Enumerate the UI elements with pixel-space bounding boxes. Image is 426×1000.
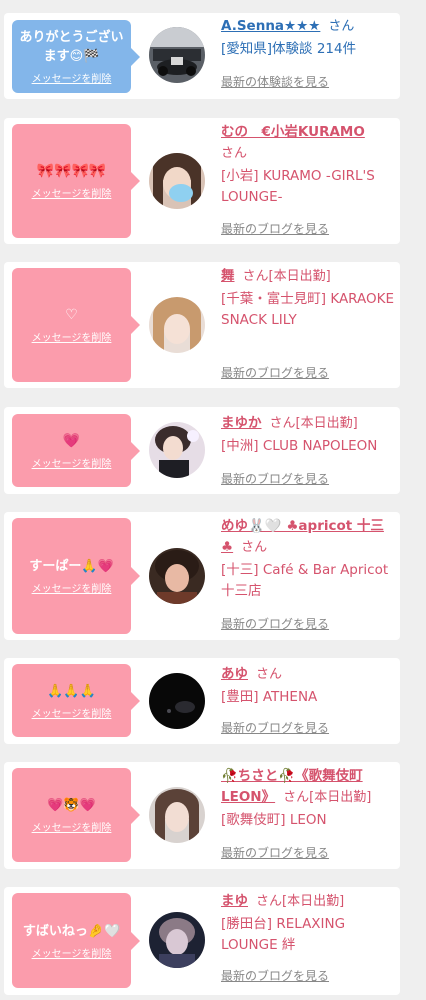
avatar[interactable] [149,787,205,843]
latest-reviews-link[interactable]: 最新の体験談を見る [221,73,329,90]
shop-link[interactable]: [中洲] CLUB NAPOLEON [221,436,394,457]
honorific: さん [256,894,283,909]
shop-link[interactable]: [十三] Café & Bar Apricot 十三店 [221,560,394,602]
latest-blog-link[interactable]: 最新のブログを見る [221,844,329,861]
user-name-link[interactable]: まゆ [221,893,248,909]
message-text: 💗 [62,432,81,449]
honorific: さん [256,667,283,682]
working-today-badge: [本日出勤] [295,416,358,431]
shop-link[interactable]: [小岩] KURAMO -GIRL'S LOUNGE- [221,166,394,208]
delete-message-link[interactable]: メッセージを削除 [32,580,112,595]
honorific: さん [221,146,248,161]
message-card: ♡ メッセージを削除 舞さん[本日出勤] [千葉・富士見町] KARAOKE S… [4,262,400,388]
shop-link[interactable]: [愛知県]体験談 214件 [221,39,394,60]
message-text: 🙏🙏🙏 [47,683,96,699]
message-text: すばいねっ🤌🤍 [22,923,121,939]
avatar[interactable] [149,27,205,83]
message-list: ありがとうございます😊🏁 メッセージを削除 A.Senna★★★ さん [愛知県]… [0,0,426,1000]
message-bubble: ありがとうございます😊🏁 メッセージを削除 [12,20,140,93]
avatar[interactable] [149,548,205,604]
message-bubble: 💗🐯💗 メッセージを削除 [12,768,140,862]
message-card: 🎀🎀🎀🎀 メッセージを削除 むの €小岩KURAMO さん [小岩] KURAMO… [4,118,400,244]
honorific: さん [269,416,296,431]
message-card: すばいねっ🤌🤍 メッセージを削除 まゆ さん[本日出勤] [勝田台] RELAXI… [4,887,400,995]
message-card: 💗🐯💗 メッセージを削除 🥀ちさと🥀《歌舞伎町LEON》 さん[本日出勤] [歌舞… [4,762,400,869]
message-card: すーぱー🙏💗 メッセージを削除 めゆ🐰🤍 ♣apricot 十三♣ さん [十三]… [4,512,400,640]
honorific: さん [283,790,310,805]
user-name-link[interactable]: あゆ [221,666,248,682]
working-today-badge: [本日出勤] [268,269,331,284]
shop-link[interactable]: [千葉・富士見町] KARAOKE SNACK LILY [221,289,394,331]
delete-message-link[interactable]: メッセージを削除 [32,70,112,85]
shop-link[interactable]: [豊田] ATHENA [221,687,394,708]
message-card: ありがとうございます😊🏁 メッセージを削除 A.Senna★★★ さん [愛知県]… [4,13,400,99]
honorific: さん [241,540,268,555]
user-name-link[interactable]: まゆか [221,415,262,431]
delete-message-link[interactable]: メッセージを削除 [32,185,112,200]
message-text: ありがとうございます😊🏁 [19,30,124,64]
avatar[interactable] [149,912,205,968]
delete-message-link[interactable]: メッセージを削除 [32,705,112,720]
user-name-link[interactable]: むの €小岩KURAMO [221,124,365,140]
delete-message-link[interactable]: メッセージを削除 [32,945,112,960]
latest-blog-link[interactable]: 最新のブログを見る [221,615,329,632]
latest-blog-link[interactable]: 最新のブログを見る [221,364,329,381]
avatar[interactable] [149,673,205,729]
working-today-badge: [本日出勤] [282,894,345,909]
working-today-badge: [本日出勤] [309,790,372,805]
latest-blog-link[interactable]: 最新のブログを見る [221,967,329,984]
message-bubble: 💗 メッセージを削除 [12,414,140,487]
user-name-link[interactable]: 舞 [221,268,235,284]
message-bubble: すばいねっ🤌🤍 メッセージを削除 [12,893,140,988]
latest-blog-link[interactable]: 最新のブログを見る [221,220,329,237]
latest-blog-link[interactable]: 最新のブログを見る [221,470,329,487]
avatar[interactable] [149,153,205,209]
delete-message-link[interactable]: メッセージを削除 [32,455,112,470]
shop-link[interactable]: [勝田台] RELAXING LOUNGE 絆 [221,914,394,956]
message-bubble: 🙏🙏🙏 メッセージを削除 [12,664,140,737]
delete-message-link[interactable]: メッセージを削除 [32,819,112,834]
user-name-link[interactable]: A.Senna★★★ [221,18,320,34]
message-card: 🙏🙏🙏 メッセージを削除 あゆ さん [豊田] ATHENA 最新のブログを見る [4,658,400,744]
latest-blog-link[interactable]: 最新のブログを見る [221,719,329,736]
message-text: すーぱー🙏💗 [29,559,114,574]
message-text: ♡ [65,307,78,323]
message-bubble: すーぱー🙏💗 メッセージを削除 [12,518,140,634]
honorific: さん [242,269,269,284]
message-bubble: 🎀🎀🎀🎀 メッセージを削除 [12,124,140,238]
message-bubble: ♡ メッセージを削除 [12,268,140,382]
shop-link[interactable]: [歌舞伎町] LEON [221,810,394,831]
message-text: 🎀🎀🎀🎀 [36,163,107,179]
message-text: 💗🐯💗 [47,798,96,813]
delete-message-link[interactable]: メッセージを削除 [32,329,112,344]
honorific: さん [328,19,355,34]
avatar[interactable] [149,422,205,478]
message-card: 💗 メッセージを削除 まゆか さん[本日出勤] [中洲] CLUB NAPOLEO… [4,407,400,494]
avatar[interactable] [149,297,205,353]
